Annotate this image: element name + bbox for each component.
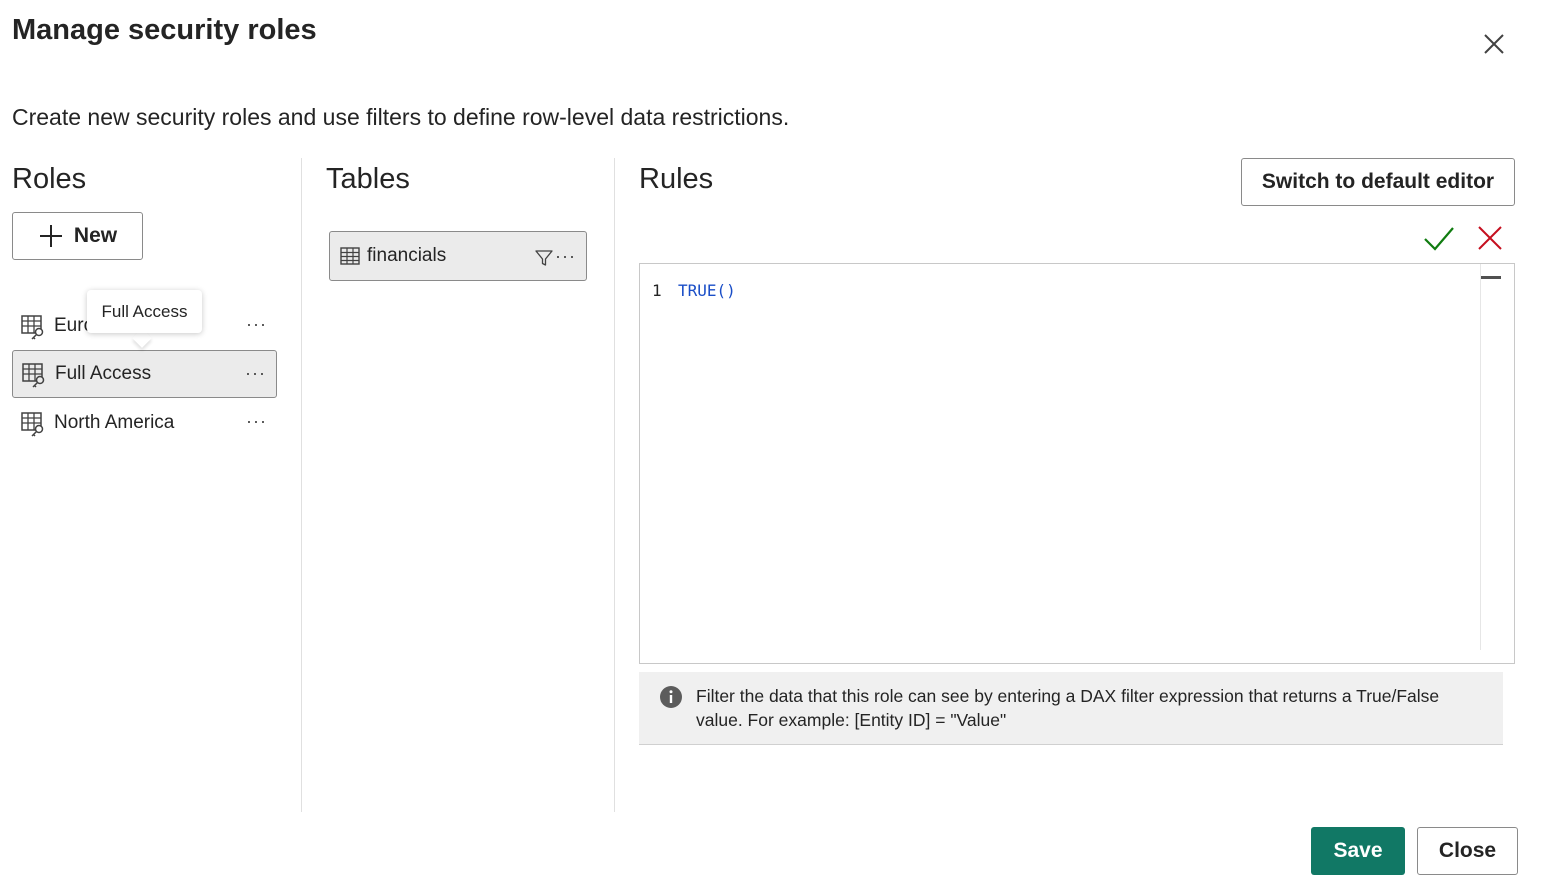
table-item-financials[interactable]: financials ··· xyxy=(329,231,587,281)
column-divider xyxy=(301,158,302,812)
role-label: North America xyxy=(54,412,175,433)
save-button[interactable]: Save xyxy=(1311,827,1405,875)
editor-scrollbar[interactable] xyxy=(1480,264,1481,650)
info-icon xyxy=(660,686,682,708)
close-button[interactable]: Close xyxy=(1417,827,1518,875)
roles-heading: Roles xyxy=(12,163,87,195)
code-text[interactable]: TRUE() xyxy=(678,281,736,300)
role-more-icon[interactable]: ··· xyxy=(246,411,267,432)
table-more-icon[interactable]: ··· xyxy=(555,246,576,267)
role-item-north-america[interactable]: North America ··· xyxy=(12,399,277,447)
tables-heading: Tables xyxy=(326,163,410,195)
new-role-button[interactable]: New xyxy=(12,212,143,260)
role-table-key-icon xyxy=(21,315,44,340)
role-table-key-icon xyxy=(21,412,44,437)
dax-editor[interactable]: 1 TRUE() xyxy=(639,263,1515,664)
cancel-x-icon[interactable] xyxy=(1476,224,1504,252)
dialog-subtitle: Create new security roles and use filter… xyxy=(12,104,790,130)
role-more-icon[interactable]: ··· xyxy=(245,363,266,384)
switch-editor-button[interactable]: Switch to default editor xyxy=(1241,158,1515,206)
role-more-icon[interactable]: ··· xyxy=(246,314,267,335)
info-message: Filter the data that this role can see b… xyxy=(639,672,1503,745)
role-label: Full Access xyxy=(55,363,152,384)
table-label: financials xyxy=(367,245,447,266)
close-icon[interactable] xyxy=(1480,30,1508,58)
info-text: Filter the data that this role can see b… xyxy=(696,686,1440,730)
checkmark-icon[interactable] xyxy=(1422,222,1456,254)
new-role-label: New xyxy=(73,224,118,247)
dialog-title: Manage security roles xyxy=(12,14,317,46)
scrollbar-thumb[interactable] xyxy=(1481,276,1501,279)
plus-icon xyxy=(39,225,62,247)
role-table-key-icon xyxy=(22,363,45,388)
role-tooltip: Full Access xyxy=(87,290,202,333)
column-divider xyxy=(614,158,615,812)
line-number: 1 xyxy=(652,281,662,300)
rules-heading: Rules xyxy=(639,163,714,195)
table-icon xyxy=(340,247,360,265)
role-item-full-access[interactable]: Full Access ··· xyxy=(12,350,277,398)
filter-icon[interactable] xyxy=(534,248,554,268)
